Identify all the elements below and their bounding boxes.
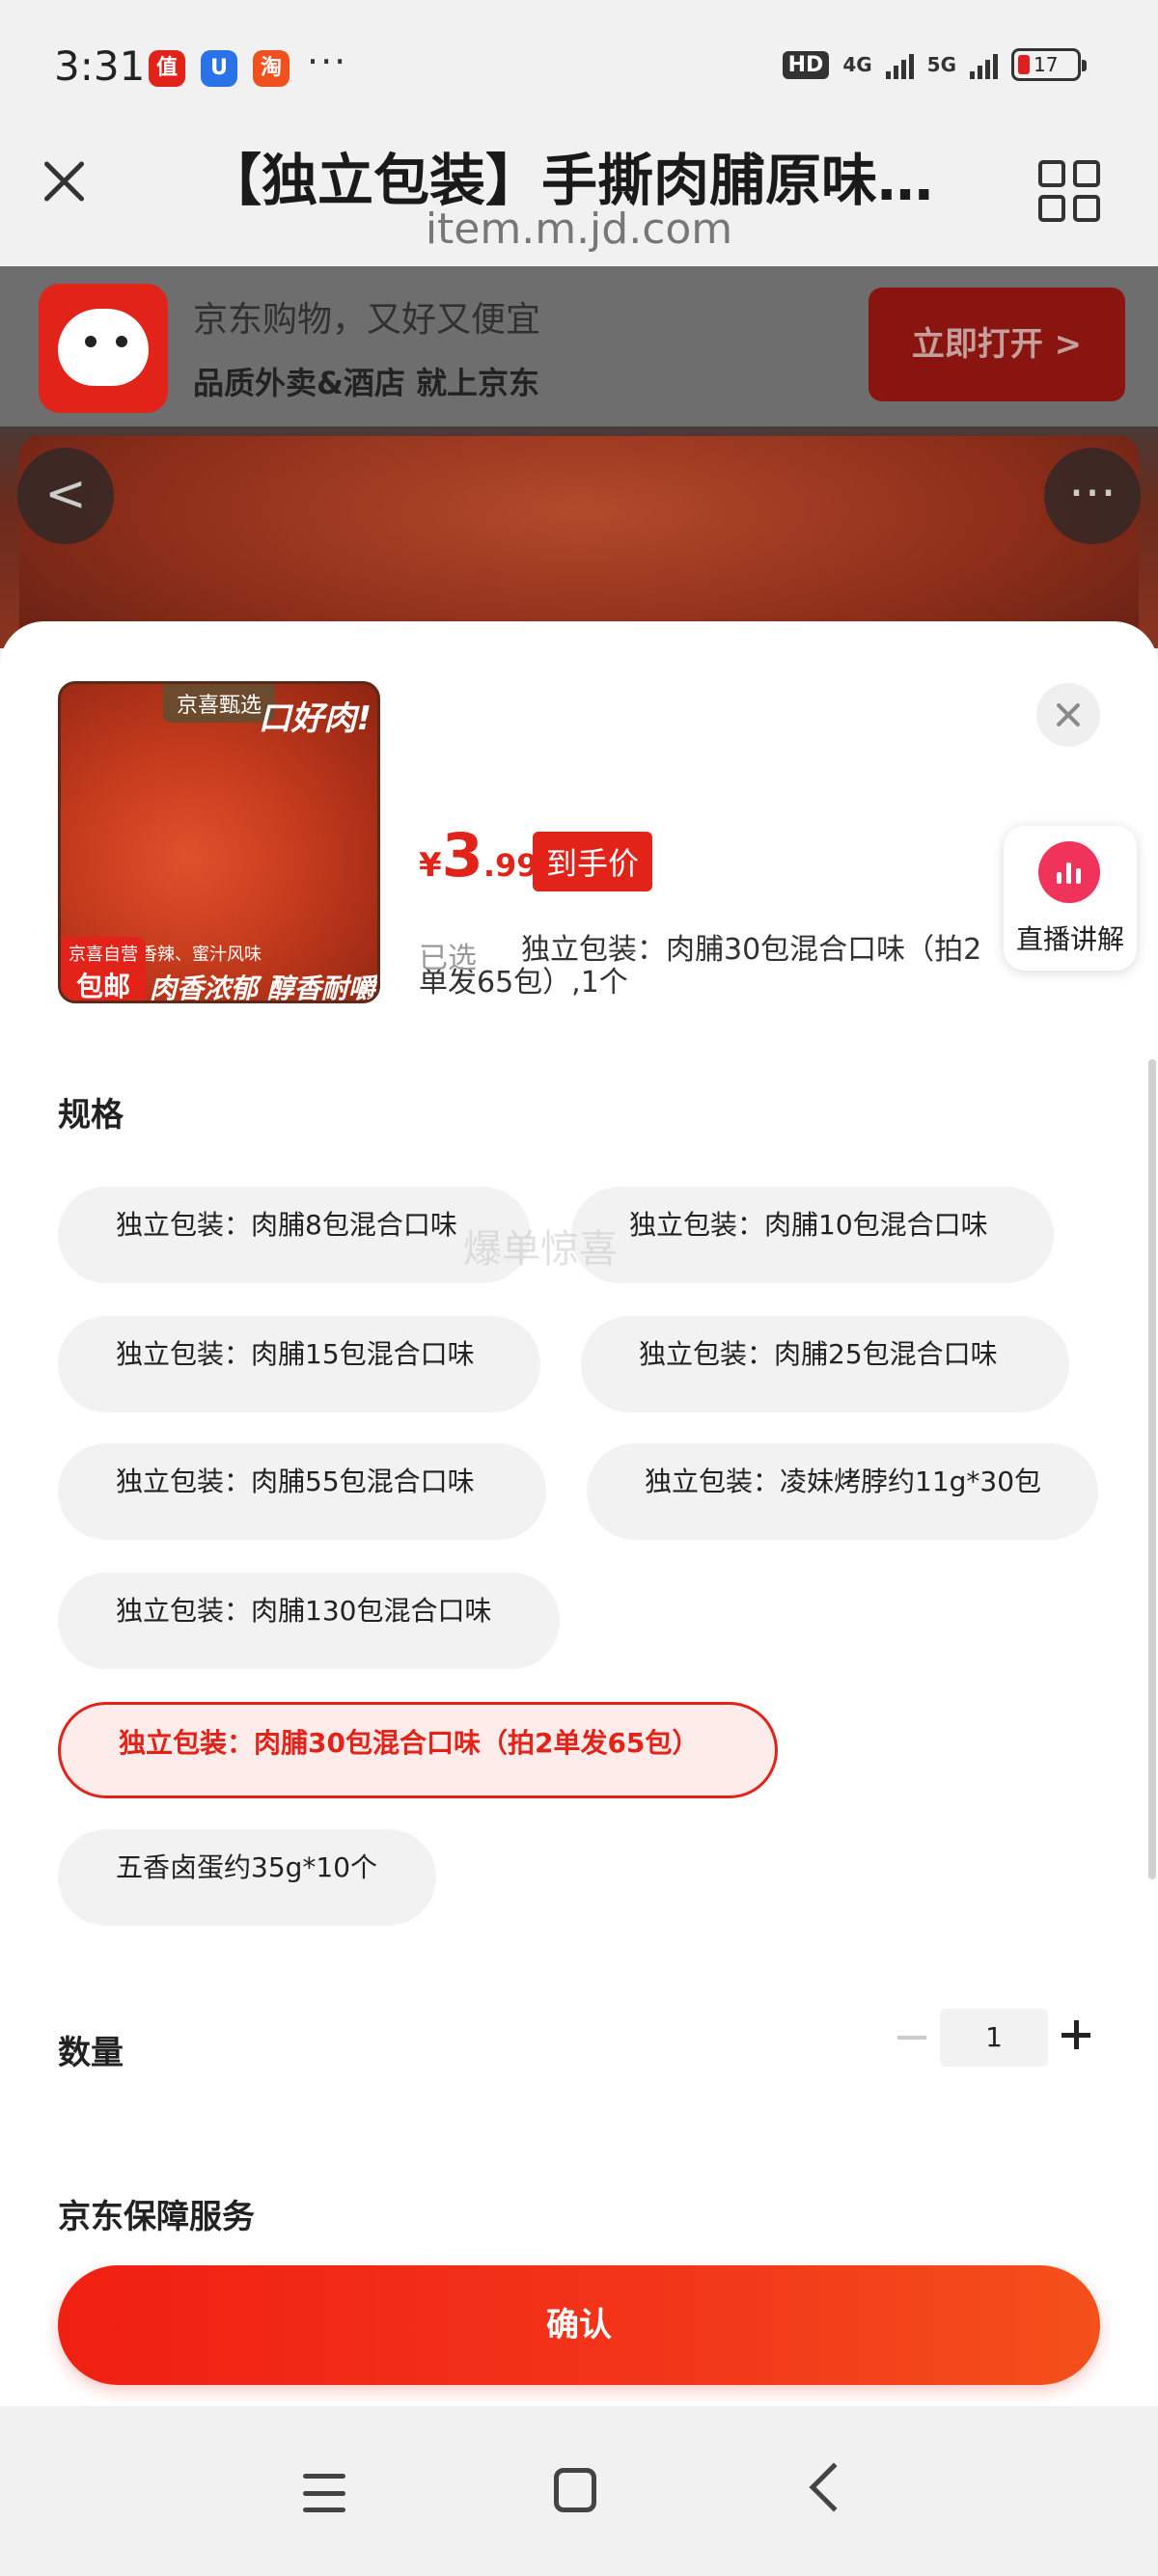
browser-header: 【独立包装】手撕肉脯原味… item.m.jd.com	[0, 135, 1158, 266]
app-download-banner: 京东购物，又好又便宜 品质外卖&酒店 就上京东 立即打开 >	[0, 266, 1158, 426]
battery-level-fill	[1018, 55, 1030, 74]
badge-line1: 京喜自营	[69, 945, 138, 965]
taobao-app-icon: 淘	[253, 50, 290, 87]
more-options-icon[interactable]: ···	[1044, 448, 1141, 544]
currency-symbol: ¥	[419, 846, 442, 885]
signal-strength-icon	[885, 50, 914, 79]
recent-apps-icon[interactable]	[303, 2474, 345, 2512]
network-4g-label: 4G	[842, 53, 872, 76]
shield-app-icon: U	[201, 50, 237, 87]
thumb-slogan-top: 口好肉!	[258, 699, 372, 738]
banner-subtitle: 品质外卖&酒店 就上京东	[193, 365, 540, 401]
jd-logo	[39, 284, 168, 413]
sheet-scrollbar[interactable]	[1148, 1059, 1156, 1879]
quantity-title: 数量	[58, 2034, 124, 2072]
spec-option-selected[interactable]: 独立包装：肉脯30包混合口味（拍2单发65包）	[58, 1702, 778, 1798]
spec-option[interactable]: 独立包装：肉脯55包混合口味	[58, 1443, 546, 1540]
spec-option[interactable]: 独立包装：肉脯25包混合口味	[581, 1316, 1069, 1412]
price: ¥3.99	[419, 820, 538, 891]
hd-voice-icon: HD	[782, 50, 830, 79]
live-label: 直播讲解	[1015, 923, 1124, 955]
quantity-increase-icon[interactable]	[1062, 2020, 1090, 2049]
selected-sku-value: 独立包装：肉脯30包混合口味（拍2单发65包）,1个	[419, 933, 982, 1000]
page-url: item.m.jd.com	[425, 205, 733, 254]
network-5g-label: 5G	[926, 53, 956, 76]
zhi-app-icon: 值	[149, 50, 185, 87]
home-icon[interactable]	[554, 2468, 596, 2512]
spec-option[interactable]: 独立包装：肉脯8包混合口味	[58, 1187, 531, 1283]
price-integer: 3	[441, 820, 483, 891]
back-arrow-icon[interactable]: <	[17, 448, 114, 544]
battery-icon: 17	[1011, 48, 1087, 81]
spec-option[interactable]: 独立包装：肉脯15包混合口味	[58, 1316, 540, 1412]
spec-title: 规格	[58, 1096, 124, 1135]
price-decimal: .99	[482, 847, 538, 884]
live-bars-icon	[1057, 861, 1081, 884]
free-shipping-badge: 京喜自营 包邮	[61, 937, 146, 1002]
service-title: 京东保障服务	[58, 2198, 255, 2236]
product-hero-image	[0, 426, 1158, 648]
confirm-button[interactable]: 确认	[58, 2265, 1100, 2385]
badge-line2: 包邮	[75, 971, 130, 1002]
system-nav-bar	[0, 2406, 1158, 2576]
more-notifications-icon: ···	[307, 41, 348, 83]
close-icon[interactable]	[35, 152, 93, 210]
watermark-text: 爆单惊喜	[463, 1227, 618, 1272]
banner-slogan: 京东购物，又好又便宜	[193, 300, 541, 340]
spec-option[interactable]: 五香卤蛋约35g*10个	[58, 1829, 436, 1926]
spec-option[interactable]: 独立包装：肉脯10包混合口味	[571, 1187, 1054, 1283]
spec-option[interactable]: 独立包装：凌妹烤脖约11g*30包	[587, 1443, 1098, 1540]
back-icon[interactable]	[809, 2462, 859, 2512]
grid-menu-icon[interactable]	[1038, 160, 1100, 222]
live-explain-button[interactable]: 直播讲解	[1004, 826, 1137, 971]
quantity-input[interactable]: 1	[940, 2009, 1048, 2067]
quantity-decrease-icon[interactable]	[897, 2036, 926, 2040]
status-time: 3:31	[54, 42, 146, 90]
thumb-slogan-bottom: 肉香浓郁 醇香耐嚼	[150, 973, 375, 1003]
close-sheet-icon[interactable]	[1036, 683, 1100, 747]
spec-option[interactable]: 独立包装：肉脯130包混合口味	[58, 1573, 560, 1669]
selected-label: 已选	[419, 942, 477, 975]
battery-level: 17	[1034, 53, 1059, 76]
status-indicators: HD 4G 5G 17	[782, 48, 1087, 81]
final-price-tag: 到手价	[533, 832, 653, 891]
product-thumbnail: 京喜甄选 口好肉! 香辣、蜜汁风味 肉香浓郁 醇香耐嚼 京喜自营 包邮	[58, 681, 380, 1003]
status-bar: 3:31 值 U 淘 ··· HD 4G 5G 17	[0, 0, 1158, 135]
open-app-button[interactable]: 立即打开 >	[868, 288, 1125, 401]
signal-strength-icon	[970, 50, 998, 79]
sku-selection-sheet: 京喜甄选 口好肉! 香辣、蜜汁风味 肉香浓郁 醇香耐嚼 京喜自营 包邮 ¥3.9…	[0, 621, 1158, 2406]
